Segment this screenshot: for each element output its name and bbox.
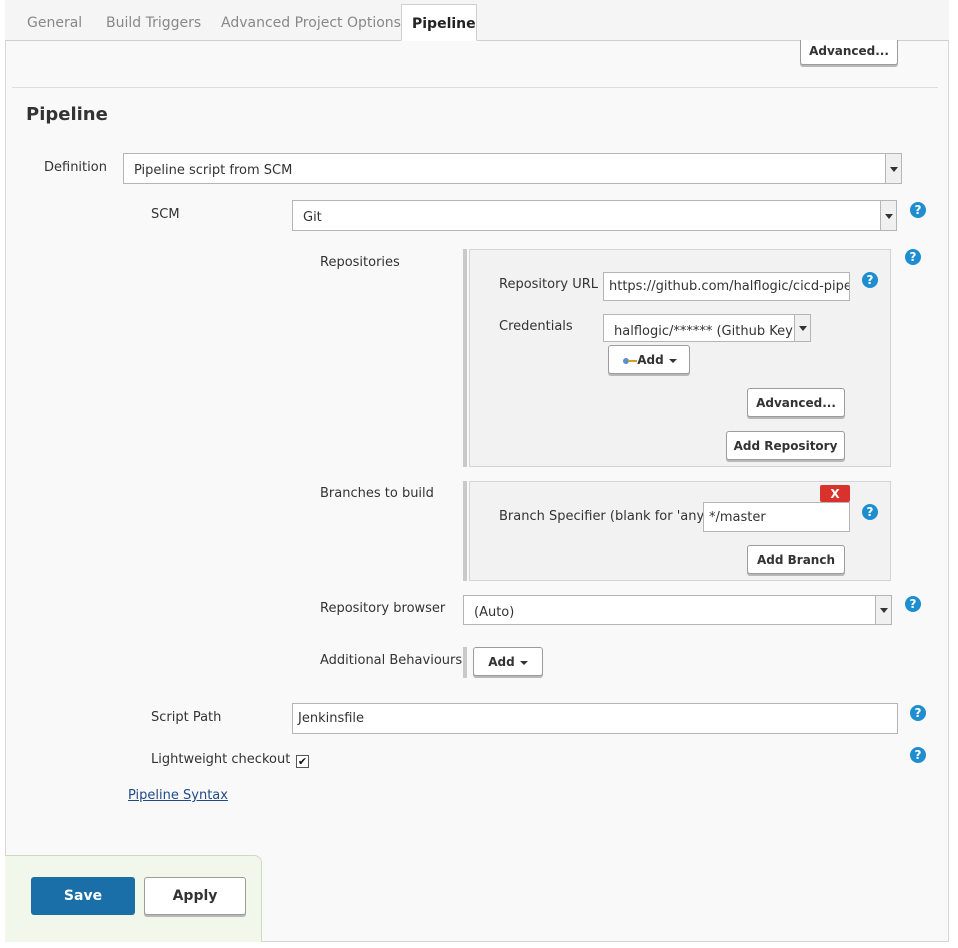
- credentials-value: halflogic/****** (Github Key): [614, 324, 798, 339]
- script-path-help-icon[interactable]: ?: [910, 705, 926, 721]
- repositories-help-icon[interactable]: ?: [905, 249, 921, 265]
- repository-browser-value: (Auto): [474, 605, 515, 620]
- tab-advanced-project-options[interactable]: Advanced Project Options: [221, 0, 401, 41]
- caret-down-icon: [519, 660, 528, 665]
- additional-behaviours-add-label: Add: [488, 655, 515, 669]
- additional-behaviours-indent-bar: [463, 647, 467, 678]
- section-title: Pipeline: [26, 104, 108, 125]
- additional-behaviours-label: Additional Behaviours: [320, 653, 463, 668]
- top-advanced-button[interactable]: Advanced...: [800, 40, 898, 65]
- definition-label: Definition: [44, 160, 107, 175]
- credentials-label: Credentials: [499, 319, 573, 334]
- branch-specifier-input[interactable]: */master: [703, 502, 850, 532]
- chevron-down-icon: [885, 154, 901, 183]
- repository-browser-select[interactable]: (Auto): [463, 595, 892, 625]
- scm-value: Git: [303, 210, 322, 225]
- branches-indent-bar: [463, 481, 467, 581]
- definition-select[interactable]: Pipeline script from SCM: [123, 153, 902, 184]
- credentials-add-label: Add: [637, 353, 664, 367]
- branch-specifier-label: Branch Specifier (blank for 'any'): [499, 509, 713, 524]
- additional-behaviours-add-button[interactable]: Add: [473, 647, 543, 676]
- tab-build-triggers[interactable]: Build Triggers: [106, 0, 201, 41]
- script-path-label: Script Path: [151, 710, 222, 725]
- chevron-down-icon: [875, 596, 891, 624]
- chevron-down-icon: [794, 315, 810, 341]
- delete-branch-button[interactable]: X: [820, 485, 850, 502]
- section-divider: [12, 87, 938, 88]
- repository-browser-help-icon[interactable]: ?: [905, 596, 921, 612]
- chevron-down-icon: [880, 201, 896, 230]
- script-path-input[interactable]: Jenkinsfile: [292, 703, 898, 734]
- repository-url-help-icon[interactable]: ?: [862, 272, 878, 288]
- key-icon: [623, 357, 638, 365]
- add-repository-button[interactable]: Add Repository: [726, 431, 845, 460]
- lightweight-checkout-label: Lightweight checkout: [151, 752, 291, 767]
- tab-pipeline[interactable]: Pipeline: [401, 4, 477, 41]
- scm-label: SCM: [151, 207, 180, 222]
- branches-label: Branches to build: [320, 486, 434, 501]
- repository-advanced-button[interactable]: Advanced...: [747, 388, 845, 417]
- repository-url-label: Repository URL: [499, 277, 599, 292]
- tab-general[interactable]: General: [27, 0, 82, 41]
- repository-url-input[interactable]: https://github.com/halflogic/cicd-pipeli: [603, 272, 850, 301]
- pipeline-syntax-link[interactable]: Pipeline Syntax: [128, 788, 228, 803]
- credentials-add-button[interactable]: Add: [608, 345, 690, 374]
- repository-browser-label: Repository browser: [320, 601, 446, 616]
- repositories-indent-bar: [463, 249, 467, 467]
- credentials-select[interactable]: halflogic/****** (Github Key): [603, 314, 811, 342]
- add-branch-button[interactable]: Add Branch: [747, 545, 845, 574]
- scm-help-icon[interactable]: ?: [910, 202, 926, 218]
- scm-select[interactable]: Git: [292, 200, 897, 231]
- save-button[interactable]: Save: [31, 877, 135, 915]
- repositories-label: Repositories: [320, 255, 400, 270]
- lightweight-checkout-checkbox[interactable]: ✔: [296, 755, 309, 768]
- lightweight-checkout-help-icon[interactable]: ?: [910, 747, 926, 763]
- caret-down-icon: [668, 358, 677, 363]
- definition-value: Pipeline script from SCM: [134, 163, 293, 178]
- branch-specifier-help-icon[interactable]: ?: [862, 504, 878, 520]
- apply-button[interactable]: Apply: [144, 877, 246, 915]
